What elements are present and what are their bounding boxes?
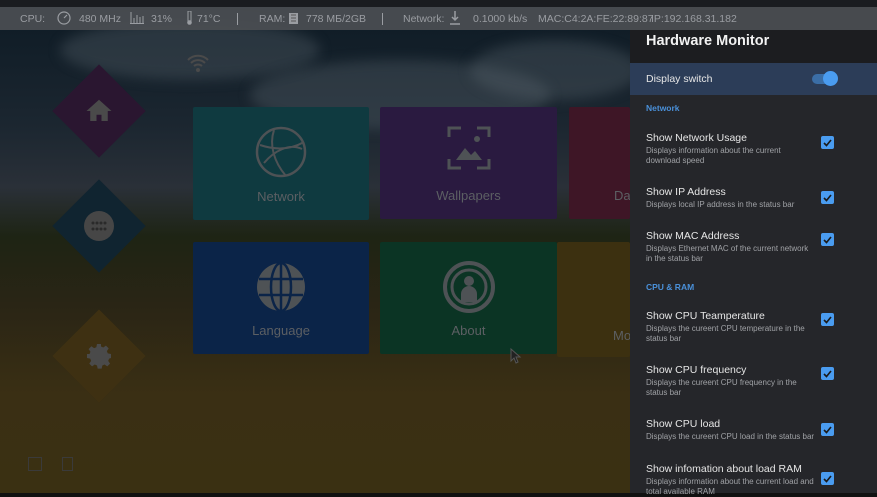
clean-icon[interactable] [28, 457, 42, 471]
section-cpu-ram: CPU & RAM [646, 282, 695, 292]
setting-title: Show MAC Address [646, 230, 740, 242]
display-switch-row[interactable]: Display switch [630, 63, 877, 95]
setting-desc: Displays information about the current d… [646, 146, 781, 165]
tile-more[interactable]: Mo [557, 242, 630, 357]
tile-label: Wallpapers [436, 188, 501, 203]
setting-desc: Displays information about the current l… [646, 477, 814, 496]
ram-label: RAM: [259, 12, 286, 25]
setting-desc: Displays Ethernet MAC of the current net… [646, 244, 809, 263]
setting-desc: Displays the cureent CPU temperature in … [646, 324, 805, 343]
divider [382, 12, 383, 25]
checkbox-cpu-temperature[interactable] [821, 313, 834, 326]
cpu-temperature: 71°C [197, 12, 221, 25]
tile-about[interactable]: About [380, 242, 557, 354]
network-speed: 0.1000 kb/s [473, 12, 528, 25]
tile-wallpapers[interactable]: Wallpapers [380, 107, 557, 219]
tile-date[interactable]: Da [569, 107, 630, 219]
tile-label: About [451, 323, 486, 338]
cpu-frequency: 480 MHz [79, 12, 122, 25]
mouse-cursor [510, 347, 522, 369]
gear-icon [79, 336, 119, 376]
tile-label: Mo [613, 328, 630, 343]
ram-usage: 778 МБ/2GB [306, 12, 367, 25]
checkbox-ip-address[interactable] [821, 191, 834, 204]
bar-chart-icon [130, 12, 144, 27]
about-person-icon [442, 261, 495, 313]
display-switch-label: Display switch [646, 73, 713, 85]
tile-label: Language [252, 323, 310, 338]
wallpaper-icon [447, 126, 490, 170]
apps-icon [79, 206, 119, 246]
divider [237, 12, 238, 25]
home-icon [79, 91, 119, 131]
cpu-label: CPU: [20, 12, 46, 25]
hardware-monitor-panel: Hardware Monitor Display switch Network … [630, 7, 877, 496]
mac-address: MAC:C4:2A:FE:22:89:87 [538, 12, 654, 25]
status-bar: CPU: 480 MHz 31% 71°C RAM: 778 МБ/2GB Ne… [0, 7, 877, 30]
network-globe-icon [255, 126, 307, 178]
toggle-knob[interactable] [823, 71, 838, 86]
setting-title: Show CPU Teamperature [646, 310, 765, 322]
gauge-icon [57, 11, 71, 28]
setting-desc: Displays the cureent CPU frequency in th… [646, 378, 797, 397]
globe-icon [257, 261, 305, 313]
download-icon [450, 11, 460, 28]
tile-label: Da [614, 188, 630, 203]
setting-desc: Displays local IP address in the status … [646, 200, 795, 209]
top-band [0, 0, 877, 7]
setting-desc: Displays the cureent CPU load in the sta… [646, 432, 815, 441]
network-label: Network: [403, 12, 445, 25]
ip-address: IP:192.168.31.182 [651, 12, 737, 25]
setting-title: Show infomation about load RAM [646, 463, 802, 475]
panel-title: Hardware Monitor [646, 33, 770, 49]
tile-label: Network [257, 189, 305, 204]
setting-title: Show Network Usage [646, 132, 747, 144]
tile-network[interactable]: Network [193, 107, 369, 220]
memory-icon [289, 13, 298, 27]
cpu-load: 31% [151, 12, 173, 25]
tile-language[interactable]: Language [193, 242, 369, 354]
setting-title: Show CPU frequency [646, 364, 747, 376]
checkbox-mac-address[interactable] [821, 233, 834, 246]
checkbox-ram-load[interactable] [821, 472, 834, 485]
trash-icon[interactable] [62, 457, 73, 471]
checkbox-cpu-frequency[interactable] [821, 367, 834, 380]
section-network: Network [646, 103, 680, 113]
thermometer-icon [186, 10, 193, 28]
checkbox-network-usage[interactable] [821, 136, 834, 149]
setting-title: Show CPU load [646, 418, 721, 430]
wifi-icon [186, 52, 210, 81]
checkbox-cpu-load[interactable] [821, 423, 834, 436]
setting-title: Show IP Address [646, 186, 726, 198]
